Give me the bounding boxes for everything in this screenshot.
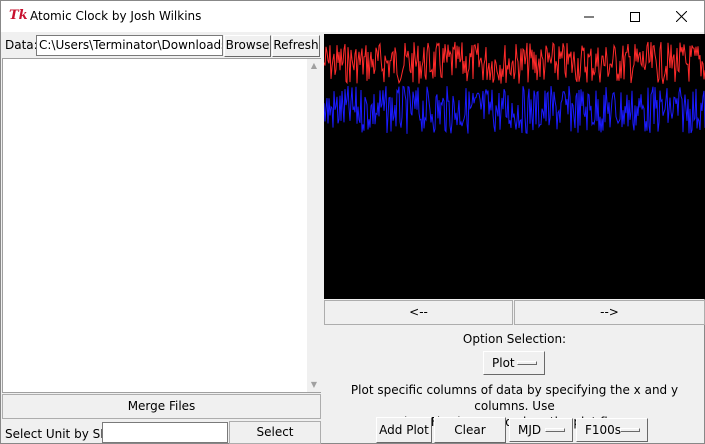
close-icon — [675, 11, 687, 22]
dropdown-indicator-icon — [517, 361, 537, 365]
x-column-value: MJD — [518, 423, 542, 437]
select-button[interactable]: Select — [229, 421, 321, 444]
data-label: Data: — [5, 38, 38, 52]
close-button[interactable] — [658, 1, 704, 32]
browse-button[interactable]: Browse — [224, 35, 271, 57]
minimize-button[interactable] — [566, 1, 612, 32]
signal-trace-1 — [323, 41, 705, 85]
mode-dropdown[interactable]: Plot — [483, 351, 545, 375]
data-path-input[interactable]: C:\Users\Terminator\Downloads\A — [36, 35, 223, 56]
dropdown-indicator-icon — [545, 428, 565, 432]
list-scrollbar[interactable]: ▲ ▼ — [307, 59, 321, 392]
sn-label: Select Unit by SN: — [5, 427, 114, 441]
option-selection-label: Option Selection: — [462, 332, 567, 346]
plot-svg — [323, 41, 705, 134]
maximize-button[interactable] — [612, 1, 658, 32]
y-column-value: F100s — [585, 423, 622, 437]
minimize-icon — [584, 16, 594, 17]
previous-plot-button[interactable]: <-- — [324, 300, 513, 325]
y-column-dropdown[interactable]: F100s — [576, 418, 648, 442]
clear-figure-button[interactable]: Clear Figure — [434, 417, 506, 443]
maximize-icon — [630, 11, 640, 22]
scroll-down-arrow-icon[interactable]: ▼ — [307, 378, 321, 392]
description-line-1: Plot specific columns of data by specify… — [350, 383, 679, 413]
title-bar[interactable]: Tk Atomic Clock by Josh Wilkins — [1, 1, 704, 32]
scroll-up-arrow-icon[interactable]: ▲ — [307, 59, 321, 73]
file-listbox[interactable]: ▲ ▼ — [2, 58, 321, 393]
signal-trace-2 — [323, 85, 705, 134]
window-title: Atomic Clock by Josh Wilkins — [30, 9, 202, 23]
refresh-button[interactable]: Refresh — [272, 35, 320, 57]
app-window: Tk Atomic Clock by Josh Wilkins Data: C:… — [0, 0, 705, 444]
tk-feather-icon: Tk — [9, 8, 28, 23]
x-column-dropdown[interactable]: MJD — [509, 418, 573, 442]
sn-input[interactable] — [102, 422, 228, 443]
next-plot-button[interactable]: --> — [514, 300, 705, 325]
plot-canvas[interactable] — [323, 34, 705, 299]
merge-files-button[interactable]: Merge Files — [2, 394, 321, 419]
add-plot-button[interactable]: Add Plot — [376, 417, 432, 443]
mode-dropdown-value: Plot — [492, 356, 515, 370]
dropdown-indicator-icon — [620, 428, 640, 432]
